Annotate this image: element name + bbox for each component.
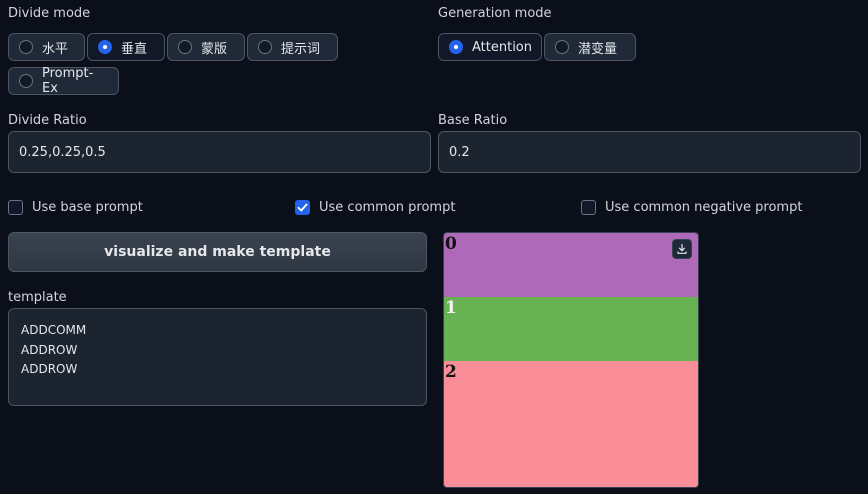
- radio-divide-horizontal[interactable]: 水平: [8, 33, 85, 61]
- radio-circle-icon: [555, 40, 569, 54]
- base-ratio-label: Base Ratio: [438, 113, 508, 128]
- radio-divide-vertical[interactable]: 垂直: [87, 33, 165, 61]
- download-icon[interactable]: [672, 239, 692, 259]
- checkbox-empty-icon: [8, 200, 23, 215]
- checkbox-empty-icon: [581, 200, 596, 215]
- preview-region-label: 1: [445, 298, 457, 318]
- preview-region-label: 0: [445, 234, 457, 254]
- radio-label: 水平: [42, 41, 69, 57]
- radio-circle-icon: [19, 74, 33, 88]
- use-common-prompt-checkbox[interactable]: Use common prompt: [295, 200, 455, 215]
- visualize-template-button[interactable]: visualize and make template: [8, 232, 427, 272]
- radio-selected-icon: [98, 40, 112, 54]
- radio-circle-icon: [19, 40, 33, 54]
- radio-label: Attention: [472, 39, 532, 55]
- divide-ratio-input[interactable]: 0.25,0.25,0.5: [8, 131, 431, 173]
- divide-ratio-label: Divide Ratio: [8, 113, 87, 128]
- radio-label: 提示词: [281, 41, 321, 57]
- base-ratio-input[interactable]: 0.2: [438, 131, 861, 173]
- template-line: ADDROW: [21, 362, 78, 376]
- preview-region-label: 2: [445, 362, 457, 382]
- use-base-prompt-checkbox[interactable]: Use base prompt: [8, 200, 143, 215]
- generation-mode-label: Generation mode: [438, 6, 552, 21]
- checkmark-icon: [295, 200, 310, 215]
- preview-region-1: 1: [444, 297, 698, 361]
- radio-selected-icon: [449, 40, 463, 54]
- radio-generation-attention[interactable]: Attention: [438, 33, 542, 61]
- radio-circle-icon: [258, 40, 272, 54]
- region-preview-image: 0 1 2: [443, 232, 699, 488]
- checkbox-label: Use common prompt: [319, 200, 456, 215]
- template-label: template: [8, 290, 67, 305]
- preview-region-0: 0: [444, 233, 698, 297]
- radio-generation-latent[interactable]: 潜变量: [544, 33, 636, 61]
- preview-region-2: 2: [444, 361, 698, 487]
- radio-divide-mask[interactable]: 蒙版: [167, 33, 245, 61]
- divide-mode-label: Divide mode: [8, 6, 91, 21]
- radio-label: 垂直: [121, 41, 148, 57]
- checkbox-label: Use base prompt: [32, 200, 143, 215]
- template-line: ADDROW: [21, 342, 78, 357]
- radio-label: Prompt-Ex: [42, 66, 94, 96]
- radio-circle-icon: [178, 40, 192, 54]
- template-line: ADDCOMM: [21, 323, 87, 337]
- template-textarea[interactable]: ADDCOMM ADDROW ADDROW: [8, 308, 427, 406]
- divide-ratio-value: 0.25,0.25,0.5: [19, 144, 106, 160]
- radio-divide-prompt-ex[interactable]: Prompt-Ex: [8, 66, 119, 96]
- radio-label: 潜变量: [578, 41, 618, 57]
- checkbox-label: Use common negative prompt: [605, 200, 803, 215]
- radio-divide-prompt[interactable]: 提示词: [247, 33, 338, 61]
- radio-label: 蒙版: [201, 41, 228, 57]
- use-common-negative-prompt-checkbox[interactable]: Use common negative prompt: [581, 200, 802, 215]
- base-ratio-value: 0.2: [449, 144, 470, 160]
